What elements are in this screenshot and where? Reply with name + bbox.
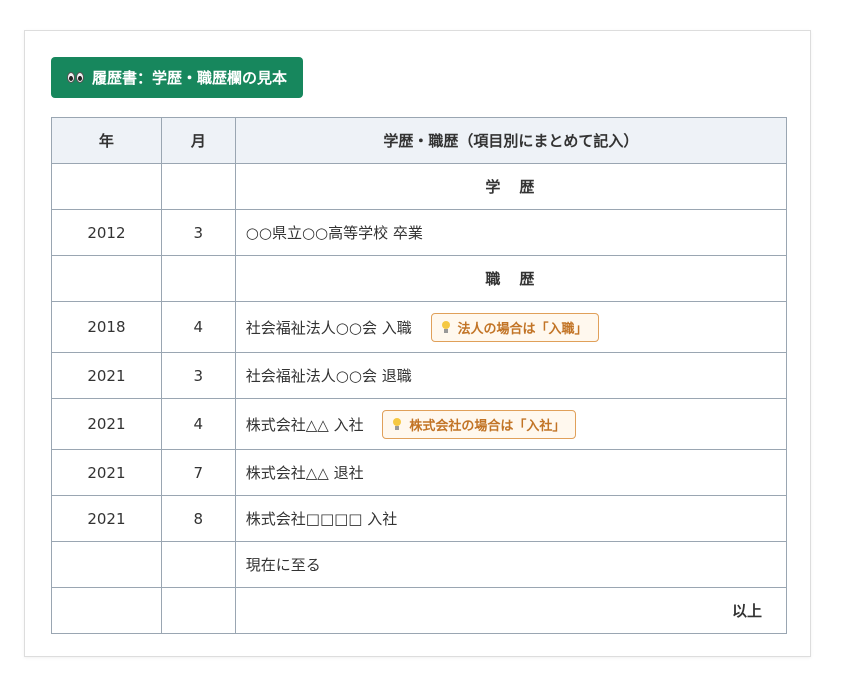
lightbulb-icon [393, 418, 402, 430]
header-detail: 学歴・職歴（項目別にまとめて記入） [234, 117, 788, 164]
cell-month [160, 587, 236, 634]
cell-year: 2012 [51, 209, 162, 256]
education-career-table: 年 月 学歴・職歴（項目別にまとめて記入） 学 歴 2012 3 ○○県立○○高… [51, 117, 788, 634]
tip-text: 株式会社の場合は「入社」 [409, 418, 566, 434]
header-month: 月 [160, 117, 236, 164]
resume-sample-card: 履歴書：学歴・職歴欄の見本 年 月 学歴・職歴（項目別にまとめて記入） 学 歴 … [24, 30, 811, 657]
lightbulb-icon [441, 321, 450, 333]
cell-year: 2021 [51, 449, 162, 496]
title-badge: 履歴書：学歴・職歴欄の見本 [51, 57, 304, 98]
table-row: 2021 8 株式会社□□□□ 入社 [51, 495, 788, 542]
cell-year: 2021 [51, 352, 162, 399]
table-row: 現在に至る [51, 541, 788, 588]
table-row: 職 歴 [51, 255, 788, 302]
cell-month: 3 [160, 352, 236, 399]
tip-badge: 株式会社の場合は「入社」 [382, 409, 577, 439]
section-heading-career: 職 歴 [234, 255, 788, 302]
detail-text: 社会福祉法人○○会 入職 [245, 318, 412, 337]
cell-month: 8 [160, 495, 236, 542]
cell-detail: 株式会社△△ 退社 [234, 449, 788, 496]
tip-text: 法人の場合は「入職」 [457, 321, 588, 337]
cell-detail: 株式会社□□□□ 入社 [234, 495, 788, 542]
table-row: 2021 3 社会福祉法人○○会 退職 [51, 352, 788, 399]
cell-year: 2018 [51, 301, 162, 353]
end-marker: 以上 [234, 587, 788, 634]
cell-year: 2021 [51, 398, 162, 450]
cell-month [160, 163, 236, 210]
cell-month [160, 541, 236, 588]
header-year: 年 [51, 117, 162, 164]
table-row: 2021 7 株式会社△△ 退社 [51, 449, 788, 496]
cell-month: 4 [160, 301, 236, 353]
cell-detail: ○○県立○○高等学校 卒業 [234, 209, 788, 256]
table-row: 2018 4 社会福祉法人○○会 入職 法人の場合は「入職」 [51, 301, 788, 353]
cell-month: 3 [160, 209, 236, 256]
cell-year [51, 541, 162, 588]
detail-text: 株式会社△△ 入社 [245, 415, 364, 434]
cell-detail: 社会福祉法人○○会 退職 [234, 352, 788, 399]
cell-month [160, 255, 236, 302]
cell-year: 2021 [51, 495, 162, 542]
eyes-icon [67, 72, 84, 83]
table-header-row: 年 月 学歴・職歴（項目別にまとめて記入） [51, 117, 788, 164]
page-title: 履歴書：学歴・職歴欄の見本 [92, 69, 288, 87]
table-row: 2012 3 ○○県立○○高等学校 卒業 [51, 209, 788, 256]
cell-month: 4 [160, 398, 236, 450]
cell-detail: 現在に至る [234, 541, 788, 588]
section-heading-education: 学 歴 [234, 163, 788, 210]
cell-year [51, 255, 162, 302]
cell-year [51, 587, 162, 634]
cell-detail: 株式会社△△ 入社 株式会社の場合は「入社」 [234, 398, 788, 450]
table-row: 2021 4 株式会社△△ 入社 株式会社の場合は「入社」 [51, 398, 788, 450]
cell-detail: 社会福祉法人○○会 入職 法人の場合は「入職」 [234, 301, 788, 353]
table-row: 学 歴 [51, 163, 788, 210]
cell-month: 7 [160, 449, 236, 496]
table-row: 以上 [51, 587, 788, 634]
cell-year [51, 163, 162, 210]
tip-badge: 法人の場合は「入職」 [430, 312, 599, 342]
